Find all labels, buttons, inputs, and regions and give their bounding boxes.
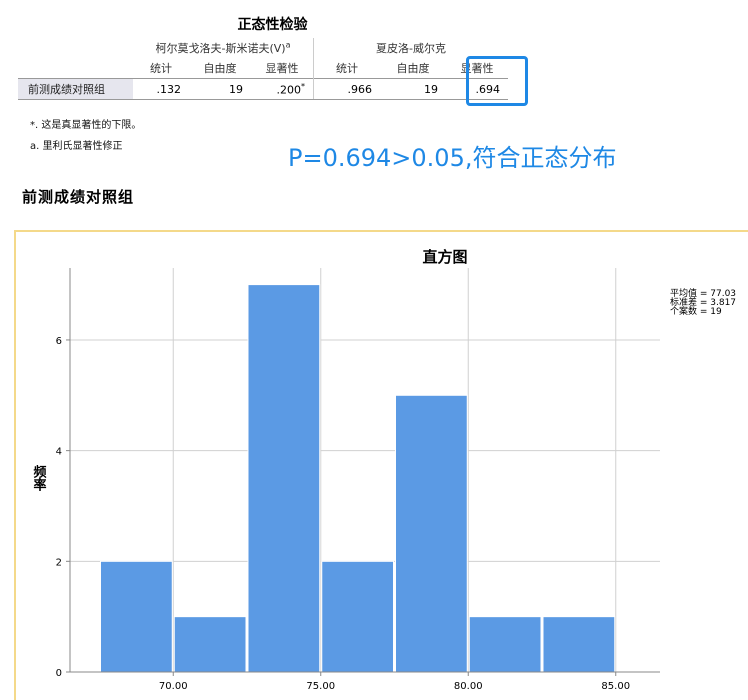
x-tick-label: 85.00 [601, 681, 630, 692]
histogram-bar [321, 560, 394, 673]
x-tick-label: 80.00 [454, 681, 483, 692]
histogram-bar [173, 616, 247, 673]
y-tick-label: 0 [56, 668, 62, 679]
y-tick-label: 2 [56, 557, 62, 568]
y-axis-label: 频率 [31, 464, 47, 492]
histogram-bar [542, 616, 616, 673]
y-tick-label: 4 [56, 447, 62, 458]
chart-title: 直方图 [422, 248, 467, 266]
x-tick-label: 70.00 [159, 681, 188, 692]
histogram-bar [100, 560, 173, 673]
x-tick-label: 75.00 [306, 681, 335, 692]
y-tick-label: 6 [56, 336, 62, 347]
histogram-bar [395, 394, 468, 673]
histogram-bar [247, 284, 321, 673]
stats-line: 个案数 = 19 [670, 305, 722, 317]
histogram-bar [468, 616, 542, 673]
histogram-chart: 024670.00 75.00 80.00 85.00 直方图 频率 平均值 = 77… [31, 248, 737, 692]
